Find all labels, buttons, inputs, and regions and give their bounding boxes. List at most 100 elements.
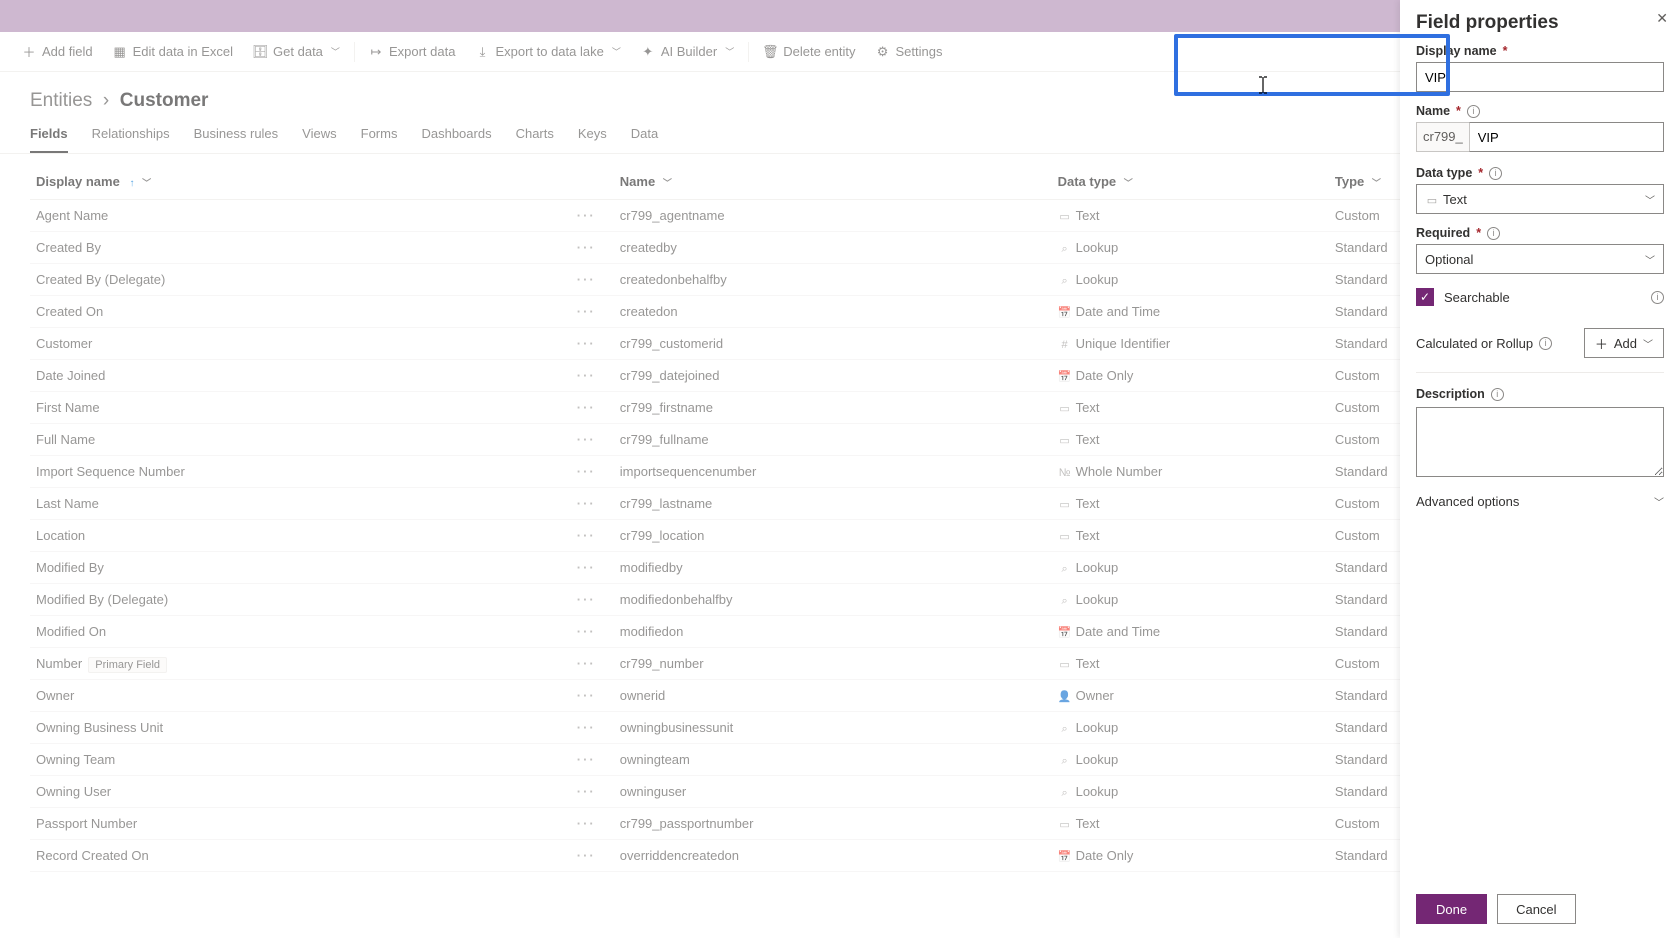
cell-name: modifiedby: [614, 552, 1052, 584]
cell-display-name: Created By: [30, 232, 526, 264]
name-input[interactable]: [1469, 122, 1664, 152]
info-icon[interactable]: i: [1539, 337, 1552, 350]
row-more-icon[interactable]: ···: [526, 392, 614, 424]
row-more-icon[interactable]: ···: [526, 840, 614, 872]
data-type-value: Text: [1443, 192, 1467, 207]
cancel-button[interactable]: Cancel: [1497, 894, 1575, 924]
row-more-icon[interactable]: ···: [526, 616, 614, 648]
tab-views[interactable]: Views: [302, 126, 336, 153]
done-button[interactable]: Done: [1416, 894, 1487, 924]
cell-display-name: Passport Number: [30, 808, 526, 840]
export-lake-button[interactable]: ⤓ Export to data lake ﹀: [467, 40, 628, 63]
description-label: Description i: [1416, 387, 1664, 401]
row-more-icon[interactable]: ···: [526, 712, 614, 744]
add-calculation-button[interactable]: ＋ Add ﹀: [1584, 328, 1664, 358]
tab-forms[interactable]: Forms: [361, 126, 398, 153]
row-more-icon[interactable]: ···: [526, 520, 614, 552]
row-more-icon[interactable]: ···: [526, 584, 614, 616]
datatype-icon: 📅: [1058, 626, 1072, 639]
cell-display-name: Customer: [30, 328, 526, 360]
col-data-type[interactable]: Data type ﹀: [1052, 164, 1329, 200]
row-more-icon[interactable]: ···: [526, 680, 614, 712]
info-icon[interactable]: i: [1467, 105, 1480, 118]
sort-asc-icon: ↑: [129, 178, 134, 189]
datatype-icon: ⌕: [1058, 723, 1072, 736]
info-icon[interactable]: i: [1491, 388, 1504, 401]
edit-excel-button[interactable]: ▦ Edit data in Excel: [105, 40, 241, 63]
tab-charts[interactable]: Charts: [516, 126, 554, 153]
cell-data-type: ▭Text: [1052, 808, 1329, 840]
primary-field-badge: Primary Field: [88, 657, 167, 673]
chevron-down-icon: ﹀: [725, 45, 734, 58]
add-field-label: Add field: [42, 44, 93, 59]
advanced-options-toggle[interactable]: Advanced options ﹀: [1416, 494, 1664, 509]
datatype-icon: ⌕: [1058, 595, 1072, 608]
info-icon[interactable]: i: [1489, 167, 1502, 180]
col-name[interactable]: Name ﹀: [614, 164, 1052, 200]
row-more-icon[interactable]: ···: [526, 808, 614, 840]
add-label: Add: [1614, 336, 1637, 351]
name-label: Name* i: [1416, 104, 1664, 118]
row-more-icon[interactable]: ···: [526, 648, 614, 680]
tab-relationships[interactable]: Relationships: [92, 126, 170, 153]
tab-business-rules[interactable]: Business rules: [194, 126, 279, 153]
get-data-button[interactable]: 🗄 Get data ﹀: [245, 40, 348, 63]
delete-entity-button[interactable]: 🗑 Delete entity: [755, 40, 863, 63]
row-more-icon[interactable]: ···: [526, 488, 614, 520]
searchable-label: Searchable: [1444, 290, 1510, 305]
data-type-label: Data type* i: [1416, 166, 1664, 180]
datatype-icon: ⌕: [1058, 787, 1072, 800]
required-select[interactable]: Optional ﹀: [1416, 244, 1664, 274]
datatype-icon: ⌕: [1058, 275, 1072, 288]
close-icon[interactable]: ✕: [1656, 10, 1668, 27]
cell-name: createdonbehalfby: [614, 264, 1052, 296]
row-more-icon[interactable]: ···: [526, 552, 614, 584]
description-input[interactable]: [1416, 407, 1664, 477]
row-more-icon[interactable]: ···: [526, 360, 614, 392]
name-prefix: cr799_: [1416, 122, 1469, 152]
row-more-icon[interactable]: ···: [526, 200, 614, 232]
cell-display-name: Modified By (Delegate): [30, 584, 526, 616]
plus-icon: ＋: [1595, 334, 1608, 353]
add-field-button[interactable]: ＋ Add field: [14, 40, 101, 63]
datalake-icon: ⤓: [475, 45, 489, 59]
row-more-icon[interactable]: ···: [526, 264, 614, 296]
cell-name: cr799_passportnumber: [614, 808, 1052, 840]
cell-display-name: Modified On: [30, 616, 526, 648]
field-properties-panel: Field properties ✕ Display name* Name* i…: [1400, 0, 1680, 938]
tab-data[interactable]: Data: [631, 126, 658, 153]
cell-name: cr799_location: [614, 520, 1052, 552]
chevron-down-icon: ﹀: [331, 45, 340, 58]
export-data-button[interactable]: ↦ Export data: [361, 40, 464, 63]
separator: [354, 42, 355, 62]
tab-dashboards[interactable]: Dashboards: [421, 126, 491, 153]
row-more-icon[interactable]: ···: [526, 328, 614, 360]
col-display-name[interactable]: Display name ↑ ﹀: [30, 164, 526, 200]
database-icon: 🗄: [253, 45, 267, 59]
ai-builder-button[interactable]: ✦ AI Builder ﹀: [633, 40, 742, 63]
cell-data-type: ▭Text: [1052, 392, 1329, 424]
info-icon[interactable]: i: [1651, 291, 1664, 304]
cell-name: cr799_agentname: [614, 200, 1052, 232]
row-more-icon[interactable]: ···: [526, 776, 614, 808]
breadcrumb-root[interactable]: Entities: [30, 90, 92, 111]
tab-keys[interactable]: Keys: [578, 126, 607, 153]
advanced-options-label: Advanced options: [1416, 494, 1519, 509]
row-more-icon[interactable]: ···: [526, 296, 614, 328]
row-more-icon[interactable]: ···: [526, 744, 614, 776]
row-more-icon[interactable]: ···: [526, 456, 614, 488]
info-icon[interactable]: i: [1487, 227, 1500, 240]
tab-fields[interactable]: Fields: [30, 126, 68, 153]
row-more-icon[interactable]: ···: [526, 232, 614, 264]
cell-display-name: Owning User: [30, 776, 526, 808]
row-more-icon[interactable]: ···: [526, 424, 614, 456]
display-name-input[interactable]: [1416, 62, 1664, 92]
chevron-down-icon: ﹀: [1645, 192, 1655, 207]
searchable-checkbox[interactable]: ✓: [1416, 288, 1434, 306]
cell-name: createdby: [614, 232, 1052, 264]
data-type-select[interactable]: ▭Text ﹀: [1416, 184, 1664, 214]
cell-display-name: Location: [30, 520, 526, 552]
cell-name: modifiedonbehalfby: [614, 584, 1052, 616]
cell-display-name: Created By (Delegate): [30, 264, 526, 296]
settings-button[interactable]: ⚙ Settings: [868, 40, 951, 63]
